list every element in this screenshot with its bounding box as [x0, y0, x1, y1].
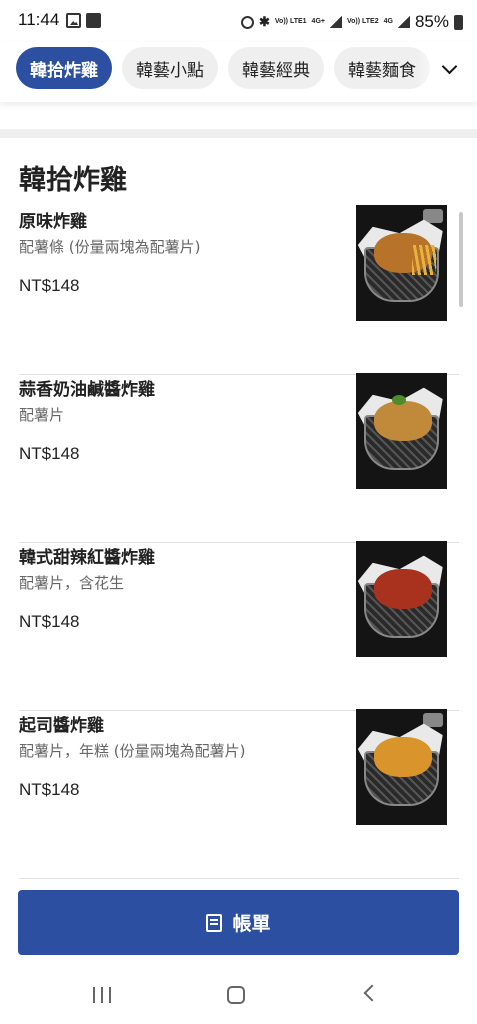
- battery-icon: [454, 14, 463, 30]
- category-tabs-bar: 韓拾炸雞 韓藝小點 韓藝經典 韓藝麵食: [0, 42, 477, 102]
- menu-item[interactable]: 原味炸雞 配薯條 (份量兩塊為配薯片) NT$148: [19, 205, 459, 375]
- item-photo: [356, 541, 447, 657]
- item-name: 起司醬炸雞: [19, 716, 104, 736]
- item-photo: [356, 205, 447, 321]
- item-description: 配薯片，含花生: [19, 574, 125, 592]
- bill-button[interactable]: 帳單: [18, 890, 459, 955]
- carrier1-label: Vo)) LTE1: [274, 18, 307, 25]
- tab-noodles[interactable]: 韓藝麵食: [334, 47, 430, 89]
- item-name: 蒜香奶油鹹醬炸雞: [19, 380, 155, 400]
- carrier2-label: Vo)) LTE2: [346, 18, 379, 25]
- item-price: NT$148: [19, 276, 80, 295]
- nav-recent-icon[interactable]: [93, 987, 111, 1003]
- signal-icon: [329, 16, 342, 28]
- tab-korean-fried-chicken[interactable]: 韓拾炸雞: [16, 47, 112, 89]
- item-name: 原味炸雞: [19, 212, 87, 232]
- tab-classics[interactable]: 韓藝經典: [228, 47, 324, 89]
- app-notification-icon: [86, 13, 101, 28]
- status-bar: 11:44 ✱ Vo)) LTE1 4G+ Vo)) LTE2 4G 85%: [0, 0, 477, 42]
- signal-icon: [397, 16, 410, 28]
- section-divider: [0, 129, 477, 138]
- item-description: 配薯片: [19, 406, 65, 424]
- item-photo: [356, 709, 447, 825]
- bill-button-label: 帳單: [232, 913, 271, 935]
- section-title: 韓拾炸雞: [19, 165, 127, 196]
- bluetooth-icon: ✱: [259, 14, 270, 29]
- battery-percent: 85%: [414, 12, 449, 31]
- system-nav-bar: [0, 965, 477, 1024]
- item-photo: [356, 373, 447, 489]
- category-tabs: 韓拾炸雞 韓藝小點 韓藝經典 韓藝麵食: [16, 47, 430, 89]
- tab-snacks[interactable]: 韓藝小點: [122, 47, 218, 89]
- alarm-icon: [241, 15, 254, 29]
- item-price: NT$148: [19, 612, 80, 631]
- nav-back-icon[interactable]: [363, 984, 381, 1002]
- network1-label: 4G+: [311, 18, 325, 25]
- scroll-indicator[interactable]: [459, 212, 463, 307]
- network2-label: 4G: [383, 18, 393, 25]
- item-description: 配薯片，年糕 (份量兩塊為配薯片): [19, 742, 246, 760]
- menu-item[interactable]: 蒜香奶油鹹醬炸雞 配薯片 NT$148: [19, 373, 459, 543]
- item-name: 韓式甜辣紅醬炸雞: [19, 548, 155, 568]
- status-time: 11:44: [18, 10, 60, 29]
- menu-item[interactable]: 起司醬炸雞 配薯片，年糕 (份量兩塊為配薯片) NT$148: [19, 709, 459, 879]
- gallery-notification-icon: [66, 13, 81, 28]
- item-price: NT$148: [19, 444, 80, 463]
- receipt-icon: [206, 913, 223, 932]
- menu-item[interactable]: 韓式甜辣紅醬炸雞 配薯片，含花生 NT$148: [19, 541, 459, 711]
- nav-home-icon[interactable]: [227, 986, 245, 1004]
- item-price: NT$148: [19, 780, 80, 799]
- item-description: 配薯條 (份量兩塊為配薯片): [19, 238, 201, 256]
